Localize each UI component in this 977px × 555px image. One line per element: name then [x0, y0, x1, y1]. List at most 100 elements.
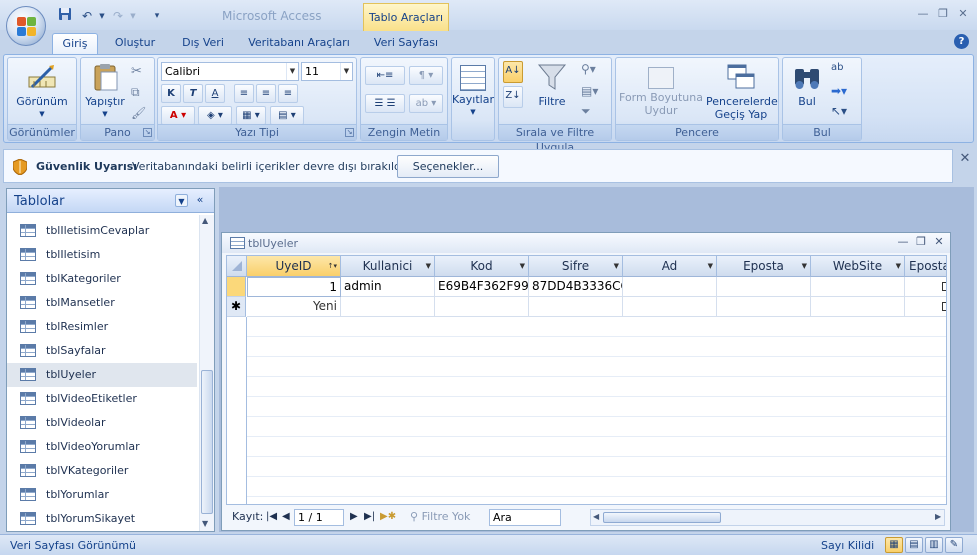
scroll-down-icon[interactable]: ▼ — [202, 519, 208, 528]
table-cell[interactable] — [717, 297, 811, 317]
horizontal-scroll-thumb[interactable] — [603, 512, 721, 523]
nav-pane-header[interactable]: Tablolar ▼ « — [7, 189, 214, 213]
sort-ascending-icon[interactable]: A↓ — [503, 61, 523, 83]
checkbox-icon[interactable] — [942, 282, 946, 291]
cut-icon[interactable]: ✂ — [131, 64, 142, 79]
toggle-filter-icon[interactable]: ⏷ — [581, 104, 591, 119]
record-position-input[interactable]: 1 / 1 — [294, 509, 344, 526]
sort-filter-dropdown-icon[interactable]: ↑▾ — [328, 256, 337, 276]
copy-icon[interactable]: ⧉ — [131, 85, 140, 100]
column-header-uyeid[interactable]: UyeID ↑▾ — [247, 256, 341, 277]
scroll-right-icon[interactable]: ▶ — [935, 512, 941, 521]
nav-item-tblvideolar[interactable]: tblVideolar — [7, 411, 197, 435]
column-header-eposta-2[interactable]: Eposta — [905, 256, 946, 277]
nav-item-tblyorumlar[interactable]: tblYorumlar — [7, 483, 197, 507]
doc-close-icon[interactable]: ✕ — [932, 235, 946, 249]
highlight-icon[interactable]: ab ▾ — [409, 94, 443, 113]
table-cell[interactable] — [905, 277, 946, 297]
decrease-indent-icon[interactable]: ⇤≡ — [365, 66, 405, 85]
column-header-kod[interactable]: Kod ▼ — [435, 256, 529, 277]
search-input[interactable]: Ara — [489, 509, 561, 526]
selection-filter-icon[interactable]: ⚲▾ — [581, 62, 596, 76]
doc-minimize-icon[interactable]: — — [896, 235, 910, 249]
datasheet-grid[interactable]: UyeID ↑▾ Kullanici ▼ Kod ▼ Sifre ▼ Ad ▼ Epost… — [226, 255, 947, 505]
save-icon[interactable] — [56, 7, 74, 25]
find-button[interactable]: Bul — [785, 61, 829, 108]
yazi-tipi-launcher-icon[interactable]: ↘ — [345, 128, 354, 137]
new-row-cell[interactable]: Yeni — [247, 297, 341, 317]
nav-pane-dropdown-icon[interactable]: ▼ — [175, 194, 188, 207]
nav-pane-scrollbar[interactable]: ▲ ▼ — [199, 215, 214, 531]
nav-pane-collapse-icon[interactable]: « — [193, 194, 207, 207]
filter-button[interactable]: Filtre — [527, 61, 577, 108]
fill-color-icon[interactable]: ◈ ▾ — [198, 106, 232, 125]
table-cell[interactable]: E69B4F362F992 — [435, 277, 529, 297]
sort-filter-dropdown-icon[interactable]: ▼ — [426, 256, 431, 276]
scroll-up-icon[interactable]: ▲ — [202, 216, 208, 225]
nav-item-tblresimler[interactable]: tblResimler — [7, 315, 197, 339]
tab-veritabani-araclari[interactable]: Veritabanı Araçları — [244, 33, 354, 54]
underline-icon[interactable]: A — [205, 84, 225, 103]
new-row-selector[interactable]: ✱ — [227, 297, 246, 317]
sort-filter-dropdown-icon[interactable]: ▼ — [896, 256, 901, 276]
sort-filter-dropdown-icon[interactable]: ▼ — [802, 256, 807, 276]
goto-icon[interactable]: ➡▾ — [831, 84, 847, 98]
doc-restore-icon[interactable]: ❐ — [914, 235, 928, 249]
column-header-eposta[interactable]: Eposta ▼ — [717, 256, 811, 277]
help-icon[interactable]: ? — [954, 34, 969, 49]
table-cell[interactable] — [717, 277, 811, 297]
nav-item-tblkategoriler[interactable]: tblKategoriler — [7, 267, 197, 291]
italic-icon[interactable]: T — [183, 84, 203, 103]
table-cell[interactable] — [905, 297, 946, 317]
checkbox-icon[interactable] — [942, 302, 946, 311]
minimize-icon[interactable]: — — [915, 7, 931, 21]
table-cell[interactable] — [811, 277, 905, 297]
nav-item-tbliletisim[interactable]: tblIletisim — [7, 243, 197, 267]
table-cell[interactable] — [529, 297, 623, 317]
format-painter-icon[interactable]: 🖌 — [131, 106, 146, 120]
last-record-icon[interactable]: ▶| — [364, 509, 375, 526]
tab-giris[interactable]: Giriş — [52, 33, 98, 54]
column-header-ad[interactable]: Ad ▼ — [623, 256, 717, 277]
scroll-left-icon[interactable]: ◀ — [593, 512, 599, 521]
sort-descending-icon[interactable]: Z↓ — [503, 86, 523, 108]
table-cell[interactable]: admin — [341, 277, 435, 297]
paragraph-direction-icon[interactable]: ¶ ▾ — [409, 66, 443, 85]
column-header-kullanici[interactable]: Kullanici ▼ — [341, 256, 435, 277]
tab-veri-sayfasi[interactable]: Veri Sayfası — [363, 33, 449, 54]
alternate-fill-icon[interactable]: ▤ ▾ — [270, 106, 304, 125]
fit-form-button[interactable]: Form Boyutuna Uydur — [618, 61, 704, 117]
table-cell[interactable]: 87DD4B3336CC — [529, 277, 623, 297]
sort-filter-dropdown-icon[interactable]: ▼ — [520, 256, 525, 276]
datasheet-title-bar[interactable]: tblUyeler — ❐ ✕ — [222, 233, 950, 253]
customize-qat-icon[interactable]: ▾ — [148, 7, 166, 25]
horizontal-scrollbar[interactable]: ◀ ▶ — [590, 509, 945, 526]
sort-filter-dropdown-icon[interactable]: ▼ — [708, 256, 713, 276]
nav-item-tblvideoyorumlar[interactable]: tblVideoYorumlar — [7, 435, 197, 459]
font-size-combo[interactable]: 11 ▼ — [301, 62, 353, 81]
office-button[interactable] — [6, 6, 46, 46]
security-options-button[interactable]: Seçenekler... — [397, 155, 499, 178]
nav-item-tblmansetler[interactable]: tblMansetler — [7, 291, 197, 315]
pivottable-view-icon[interactable]: ▤ — [905, 537, 923, 553]
nav-item-tblsayfalar[interactable]: tblSayfalar — [7, 339, 197, 363]
filter-status[interactable]: ⚲ Filtre Yok — [410, 509, 470, 526]
replace-icon[interactable]: ab — [831, 62, 843, 73]
pano-launcher-icon[interactable]: ↘ — [143, 128, 152, 137]
nav-item-tblvideoetiketler[interactable]: tblVideoEtiketler — [7, 387, 197, 411]
nav-item-tblyorumsikayet[interactable]: tblYorumSikayet — [7, 507, 197, 531]
nav-item-tblvkategoriler[interactable]: tblVKategoriler — [7, 459, 197, 483]
bold-icon[interactable]: K — [161, 84, 181, 103]
bullets-icon[interactable]: ☰ ☰ — [365, 94, 405, 113]
select-icon[interactable]: ↖▾ — [831, 104, 847, 118]
column-header-sifre[interactable]: Sifre ▼ — [529, 256, 623, 277]
first-record-icon[interactable]: |◀ — [266, 509, 277, 526]
records-button[interactable]: Kayıtlar ▼ — [452, 61, 494, 119]
prev-record-icon[interactable]: ◀ — [282, 509, 290, 526]
new-record-icon[interactable]: ▶✱ — [380, 509, 396, 526]
column-header-website[interactable]: WebSite ▼ — [811, 256, 905, 277]
font-color-icon[interactable]: A ▾ — [161, 106, 195, 125]
advanced-filter-icon[interactable]: ▤▾ — [581, 84, 598, 98]
paste-button[interactable]: Yapıştır ▼ — [83, 61, 127, 121]
security-close-icon[interactable]: ✕ — [958, 151, 972, 166]
